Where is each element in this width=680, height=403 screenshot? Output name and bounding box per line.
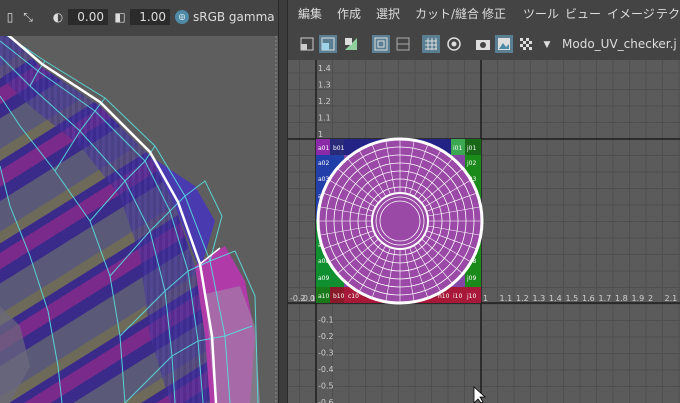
- checker-icon[interactable]: [517, 35, 535, 53]
- uv-toolbar: ▼ Modo_UV_checker.j: [288, 28, 680, 61]
- menu-cut-sew[interactable]: カット/縫合: [415, 6, 479, 22]
- menu-edit[interactable]: 編集: [298, 6, 322, 22]
- image-display-icon[interactable]: [495, 35, 513, 53]
- uv-frame-icon[interactable]: [372, 35, 390, 53]
- camera-icon[interactable]: [474, 35, 492, 53]
- y-tick-label: 1.2: [318, 97, 331, 106]
- checker-label-i10: i10: [453, 293, 462, 300]
- x-tick-label: 1.1: [500, 294, 513, 303]
- checker-label-a02: a02: [318, 160, 329, 167]
- uv-shell[interactable]: [316, 137, 484, 305]
- checker-label-i01: i01: [453, 145, 462, 152]
- viewport-toolbar: ▯ ⤡ ◐ 0.00 ◧ 1.00 ◎ sRGB gamma: [0, 0, 278, 37]
- y-tick-label: 1.3: [318, 81, 331, 90]
- x-tick-label: 1.8: [615, 294, 628, 303]
- y-tick-label: -0.4: [318, 365, 334, 374]
- x-tick-label: 1.2: [516, 294, 529, 303]
- x-tick-label: 1.7: [599, 294, 612, 303]
- checker-label-j02: j02: [466, 160, 476, 167]
- uv-shaded-icon[interactable]: [342, 35, 360, 53]
- menu-image[interactable]: イメージ: [607, 6, 655, 22]
- checker-label-a09: a09: [318, 275, 329, 282]
- exposure-field[interactable]: 0.00: [68, 9, 108, 25]
- y-tick-label: 1.1: [318, 114, 331, 123]
- x-tick-label: 1.6: [582, 294, 595, 303]
- x-tick-label: 1: [483, 294, 488, 303]
- snap-icon[interactable]: [445, 35, 463, 53]
- checker-label-j01: j01: [466, 145, 476, 152]
- checker-label-a10: a10: [318, 293, 329, 300]
- texture-name-dropdown[interactable]: Modo_UV_checker.j: [562, 36, 677, 52]
- viewport-3d[interactable]: ▯ ⤡ ◐ 0.00 ◧ 1.00 ◎ sRGB gamma: [0, 0, 278, 403]
- x-tick-label: 2.1: [665, 294, 678, 303]
- uv-menubar: 編集 作成 選択 カット/縫合 修正 ツール ビュー イメージ テクス: [288, 0, 680, 28]
- x-tick-label: 2: [648, 294, 653, 303]
- checker-label-b01: b01: [333, 145, 345, 152]
- y-tick-label: -0.5: [318, 382, 334, 391]
- checker-label-j09: j09: [466, 275, 476, 282]
- grid-icon[interactable]: [422, 35, 440, 53]
- checker-label-b10: b10: [333, 293, 345, 300]
- uv-bounds-icon[interactable]: [394, 35, 412, 53]
- color-management-icon[interactable]: ◎: [175, 10, 189, 24]
- menu-texture[interactable]: テクス: [656, 6, 680, 22]
- menu-select[interactable]: 選択: [376, 6, 400, 22]
- x-tick-label: 1.4: [549, 294, 562, 303]
- checker-label-j10: j10: [466, 293, 476, 300]
- viewport-canvas[interactable]: [0, 36, 278, 403]
- uv-canvas[interactable]: a01 b01 i01 j01 a02 a03 a04 a05 a06 a07 …: [288, 60, 680, 403]
- menu-view[interactable]: ビュー: [565, 6, 601, 22]
- panel-splitter[interactable]: [278, 0, 288, 403]
- y-tick-label: -0.3: [318, 349, 334, 358]
- uv-grid-toggle-icon[interactable]: [319, 35, 337, 53]
- y-tick-label: -0.6: [318, 398, 334, 403]
- gamma-icon[interactable]: ◧: [114, 11, 126, 23]
- uv-editor: 編集 作成 選択 カット/縫合 修正 ツール ビュー イメージ テクス ▼ Mo…: [288, 0, 680, 403]
- x-tick-label: 1.5: [566, 294, 579, 303]
- film-gate-icon[interactable]: ▯: [4, 11, 16, 23]
- checker-label-a01: a01: [318, 145, 329, 152]
- x-tick-label: 1.3: [533, 294, 546, 303]
- menu-create[interactable]: 作成: [337, 6, 361, 22]
- menu-tools[interactable]: ツール: [523, 6, 559, 22]
- lasso-icon[interactable]: ⤡: [22, 11, 34, 23]
- exposure-icon[interactable]: ◐: [52, 11, 64, 23]
- color-space-label[interactable]: sRGB gamma: [193, 9, 275, 25]
- menu-modify[interactable]: 修正: [482, 6, 506, 22]
- y-tick-label: 1.4: [318, 64, 331, 73]
- y-tick-label: -0.2: [318, 332, 334, 341]
- gamma-field[interactable]: 1.00: [130, 9, 170, 25]
- x-tick-label: 0: [310, 294, 315, 303]
- uv-shell-icon[interactable]: [298, 35, 316, 53]
- y-tick-label: 1: [318, 130, 323, 139]
- checker-label-c10: c10: [348, 293, 359, 300]
- dropdown-arrow-icon[interactable]: ▼: [541, 39, 553, 51]
- y-tick-label: -0.1: [318, 316, 334, 325]
- x-tick-label: 1.9: [632, 294, 645, 303]
